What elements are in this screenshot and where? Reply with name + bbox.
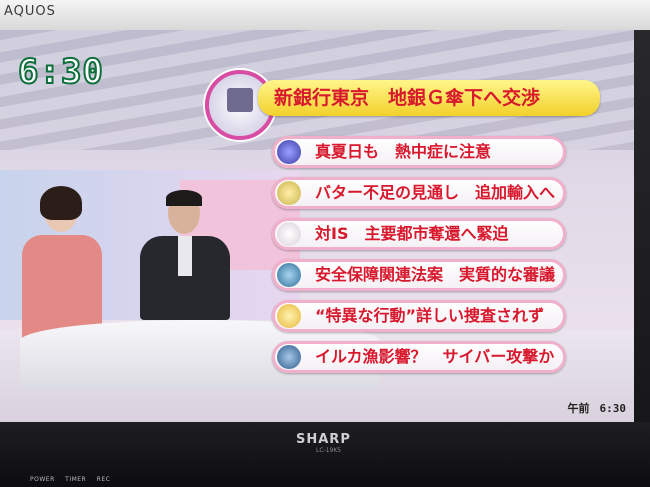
- tv-screen: 6:30 新銀行東京 地銀Ｇ傘下へ交渉 真夏日も 熱中症に注意 バター不足の見通…: [0, 30, 634, 422]
- headline-item: “特異な行動”詳しい捜査されず: [272, 300, 566, 332]
- headline-text: 対IS 主要都市奪還へ緊迫: [315, 224, 509, 243]
- headline-text: 真夏日も 熱中症に注意: [315, 142, 492, 161]
- butter-icon: [277, 181, 301, 205]
- headline-item: バター不足の見通し 追加輸入へ: [272, 177, 566, 209]
- headline-text: 新銀行東京 地銀Ｇ傘下へ交渉: [274, 87, 541, 109]
- aquos-logo: AQUOS: [4, 4, 56, 19]
- headline-item: イルカ漁影響？ サイバー攻撃か: [272, 341, 566, 373]
- dolphin-icon: [277, 345, 301, 369]
- model-label: LC-19K5: [316, 447, 342, 454]
- headline-text: イルカ漁影響？ サイバー攻撃か: [315, 347, 555, 366]
- headline-text: バター不足の見通し 追加輸入へ: [315, 183, 556, 202]
- dot-icon: [277, 222, 301, 246]
- headline-item: 対IS 主要都市奪還へ緊迫: [272, 218, 566, 250]
- timer-indicator: TIMER: [65, 476, 87, 483]
- dot-icon: [277, 304, 301, 328]
- indicator-labels: POWER TIMER REC: [30, 476, 118, 483]
- headline-text: “特異な行動”詳しい捜査されず: [315, 306, 545, 325]
- time-tag-value: 6:30: [599, 402, 627, 415]
- time-tag: 午前 6:30: [558, 400, 627, 416]
- rec-indicator: REC: [96, 476, 111, 483]
- news-anchor-man: [140, 190, 230, 320]
- tv-top-bezel: AQUOS: [0, 0, 650, 30]
- headline-item: 安全保障関連法案 実質的な審議: [272, 259, 566, 291]
- broadcast-clock: 6:30: [17, 51, 104, 93]
- diet-building-icon: [277, 263, 301, 287]
- headline-text: 安全保障関連法案 実質的な審議: [315, 265, 556, 284]
- time-tag-prefix: 午前: [567, 402, 590, 415]
- sharp-logo: SHARP: [296, 432, 351, 447]
- power-indicator: POWER: [30, 476, 55, 483]
- heat-icon: [277, 140, 301, 164]
- headline-main: 新銀行東京 地銀Ｇ傘下へ交渉: [258, 80, 600, 116]
- headline-item: 真夏日も 熱中症に注意: [272, 136, 566, 168]
